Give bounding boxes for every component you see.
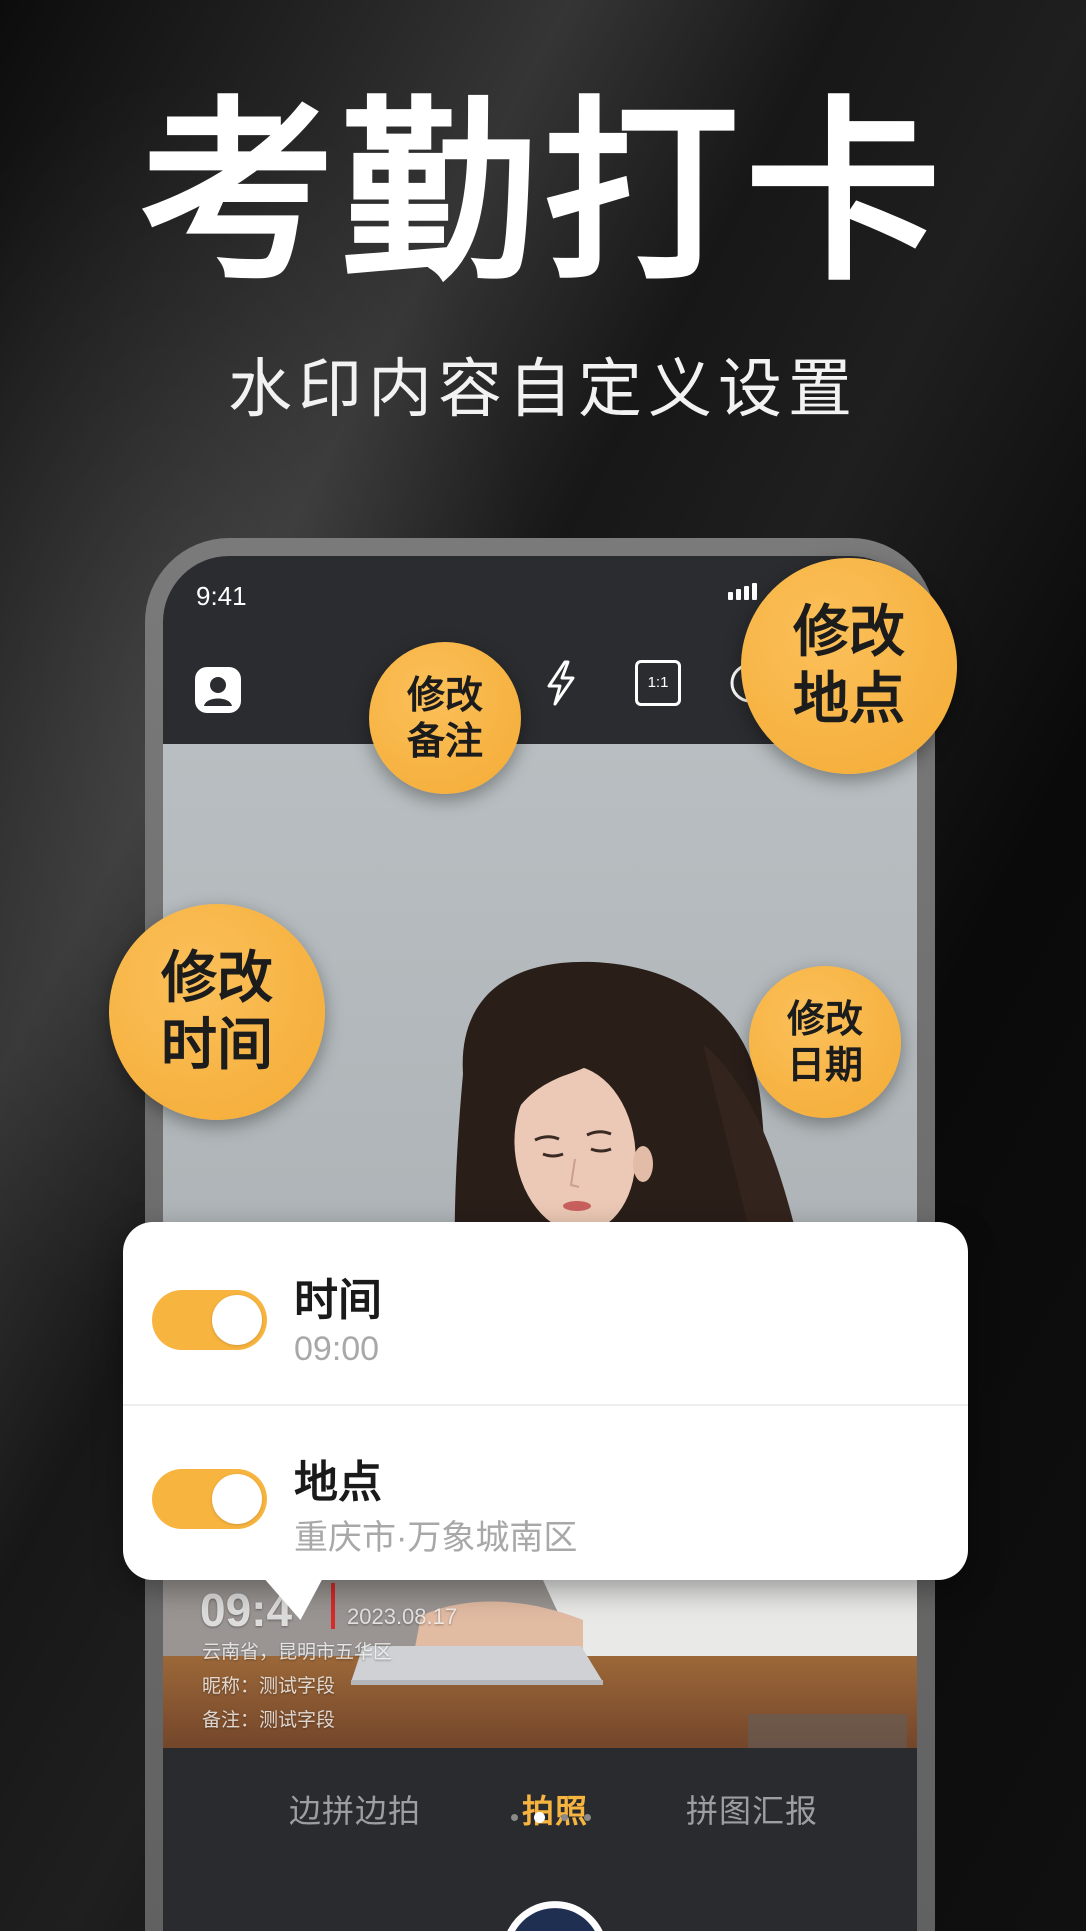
shutter-button-icon[interactable] bbox=[499, 1898, 611, 1931]
toggle-knob bbox=[212, 1474, 262, 1524]
page-dot bbox=[561, 1813, 568, 1821]
avatar-icon[interactable] bbox=[194, 666, 242, 714]
setting-label: 时间 bbox=[294, 1275, 382, 1326]
callout-line: 修改 bbox=[406, 672, 483, 717]
tab-photo[interactable]: 拍照 bbox=[522, 1786, 588, 1832]
callout-edit-date: 修改 日期 bbox=[749, 966, 901, 1118]
toggle-knob bbox=[212, 1295, 262, 1345]
page-dot bbox=[511, 1813, 518, 1821]
setting-value: 09:00 bbox=[294, 1330, 380, 1368]
chair-back bbox=[748, 1714, 907, 1748]
page-indicator bbox=[511, 1811, 591, 1823]
tab-side-by-side[interactable]: 边拼边拍 bbox=[289, 1786, 421, 1832]
location-toggle[interactable] bbox=[152, 1469, 267, 1529]
callout-line: 修改 bbox=[786, 996, 863, 1041]
flash-icon[interactable] bbox=[541, 659, 581, 707]
time-toggle[interactable] bbox=[152, 1290, 267, 1350]
callout-line: 备注 bbox=[406, 719, 483, 763]
signal-bars-icon bbox=[728, 583, 757, 600]
setting-row-time[interactable]: 时间 09:00 bbox=[123, 1222, 968, 1406]
callout-edit-remark: 修改 备注 bbox=[369, 642, 521, 794]
watermark-date: 2023.08.17 bbox=[347, 1604, 458, 1629]
page-dot bbox=[584, 1813, 591, 1821]
callout-line: 修改 bbox=[793, 599, 905, 665]
setting-label: 地点 bbox=[294, 1457, 382, 1508]
watermark-location: 云南省，昆明市五华区 bbox=[202, 1641, 393, 1663]
status-time: 9:41 bbox=[196, 581, 247, 611]
callout-line: 修改 bbox=[161, 945, 273, 1011]
watermark-nickname: 昵称：测试字段 bbox=[202, 1675, 336, 1697]
callout-edit-time: 修改 时间 bbox=[109, 904, 325, 1120]
setting-row-location[interactable]: 地点 重庆市·万象城南区 bbox=[123, 1406, 968, 1580]
setting-value: 重庆市·万象城南区 bbox=[294, 1519, 578, 1557]
page-dot-active bbox=[534, 1811, 545, 1823]
watermark-divider bbox=[331, 1583, 335, 1629]
callout-edit-location: 修改 地点 bbox=[741, 558, 957, 774]
hero-subtitle: 水印内容自定义设置 bbox=[228, 353, 858, 427]
aspect-ratio-button[interactable]: 1:1 bbox=[635, 660, 681, 706]
callout-line: 时间 bbox=[161, 1013, 273, 1078]
bottom-mode-bar: 边拼边拍 拍照 拼图汇报 bbox=[163, 1748, 917, 1931]
watermark-note: 备注：测试字段 bbox=[202, 1709, 336, 1731]
callout-line: 地点 bbox=[793, 667, 905, 732]
callout-line: 日期 bbox=[786, 1043, 863, 1087]
watermark-settings-card: 时间 09:00 地点 重庆市·万象城南区 bbox=[123, 1222, 968, 1580]
tab-collage-report[interactable]: 拼图汇报 bbox=[686, 1786, 818, 1832]
hero-title: 考勤打卡 bbox=[138, 80, 947, 308]
